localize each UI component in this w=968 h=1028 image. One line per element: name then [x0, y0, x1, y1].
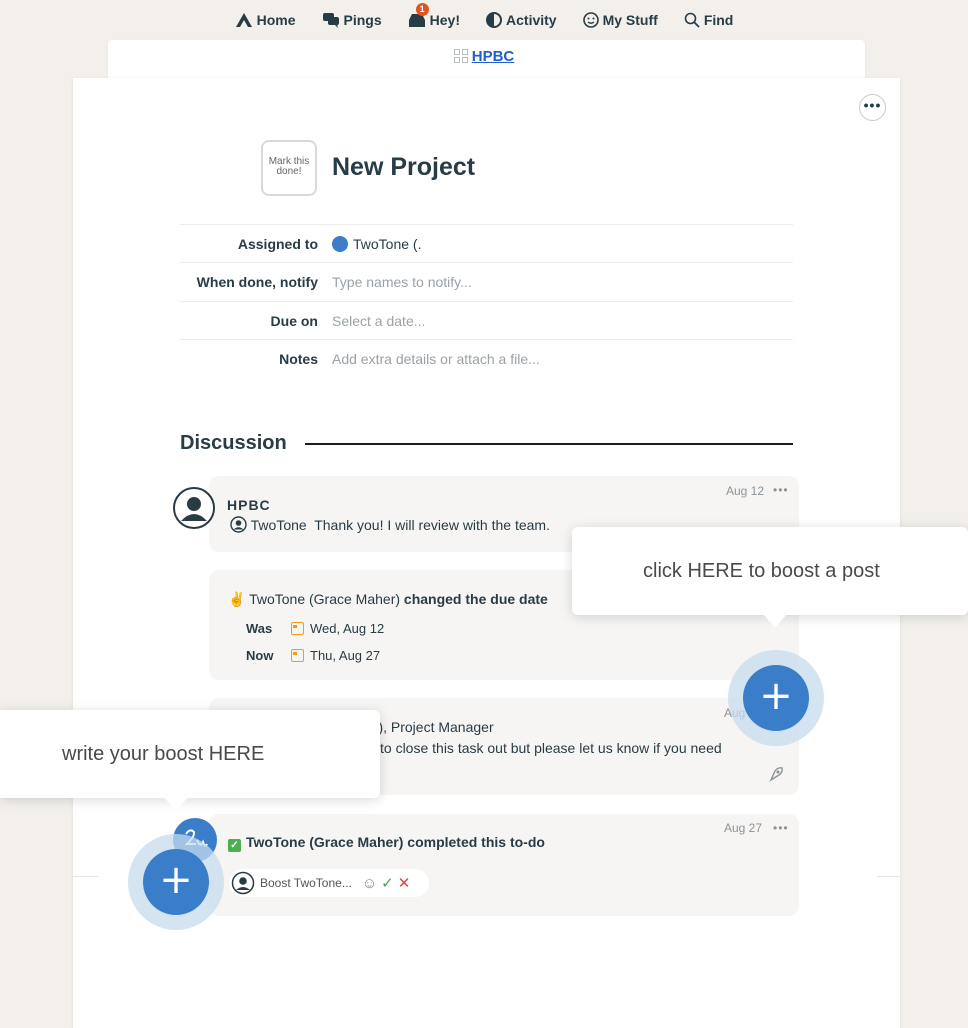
nav-activity-label: Activity — [506, 12, 557, 28]
hpbc-avatar — [173, 487, 215, 529]
post-text: Thank you! I will review with the team. — [314, 517, 550, 533]
notify-row: When done, notify Type names to notify..… — [180, 262, 793, 301]
nav-hey[interactable]: 1 Hey! — [408, 3, 461, 28]
discussion-divider — [305, 443, 793, 445]
calendar-icon — [291, 649, 304, 662]
tooltip-tail — [164, 797, 188, 811]
boost-rocket-icon[interactable] — [766, 765, 786, 785]
assigned-value[interactable]: TwoTone (. — [332, 236, 421, 252]
write-boost-plus-button[interactable]: + — [143, 849, 209, 915]
was-date: Wed, Aug 12 — [291, 621, 384, 636]
notes-row: Notes Add extra details or attach a file… — [180, 339, 793, 378]
event-action: changed the due date — [403, 591, 548, 607]
due-label: Due on — [270, 313, 318, 329]
post-options-icon[interactable]: ••• — [773, 483, 789, 497]
completed-actor[interactable]: TwoTone (Grace Maher) — [246, 834, 403, 850]
project-grid-icon — [453, 49, 468, 63]
boost-input[interactable]: Boost TwoTone... ☺ ✓ ✕ — [229, 869, 429, 897]
chat-bubbles-icon — [322, 13, 339, 28]
assigned-row: Assigned to TwoTone (. — [180, 224, 793, 263]
was-label: Was — [246, 621, 273, 636]
post-author: HPBC — [227, 497, 271, 513]
nav-activity[interactable]: Activity — [486, 12, 557, 28]
notes-label: Notes — [279, 351, 318, 367]
todo-title: New Project — [332, 153, 476, 181]
cancel-icon[interactable]: ✕ — [398, 874, 411, 892]
home-icon — [235, 13, 252, 27]
top-nav: Home Pings 1 Hey! Activity My Stuff Find — [0, 0, 968, 40]
event-actor[interactable]: TwoTone (Grace Maher) — [249, 591, 400, 607]
assignee-avatar — [332, 236, 348, 252]
nav-home[interactable]: Home — [235, 12, 296, 28]
completed-event — [209, 814, 799, 916]
notify-input[interactable]: Type names to notify... — [332, 274, 472, 290]
nav-hey-label: Hey! — [429, 12, 461, 28]
tooltip-tail — [763, 614, 787, 628]
emoji-picker-icon[interactable]: ☺ — [362, 875, 377, 892]
boost-post-plus-button[interactable]: + — [743, 665, 809, 731]
person-icon — [230, 516, 247, 533]
nav-pings-label: Pings — [343, 12, 382, 28]
completed-action: completed this to-do — [407, 834, 545, 850]
calendar-icon — [291, 622, 304, 635]
boost-post-tooltip-text: click HERE to boost a post — [643, 559, 880, 582]
boost-post-tooltip: click HERE to boost a post — [572, 527, 968, 615]
nav-pings[interactable]: Pings — [322, 12, 382, 28]
discussion-heading: Discussion — [180, 432, 287, 454]
due-date-input[interactable]: Select a date... — [332, 313, 425, 329]
event-options-icon[interactable]: ••• — [773, 821, 789, 835]
post-body: TwoTone Thank you! I will review with th… — [230, 516, 550, 533]
assignee-name: TwoTone (. — [353, 236, 422, 252]
notify-label: When done, notify — [196, 274, 318, 290]
nav-mystuff[interactable]: My Stuff — [582, 12, 658, 28]
event-line: ✌ TwoTone (Grace Maher) changed the due … — [228, 591, 548, 608]
nav-find-label: Find — [703, 12, 734, 28]
wave-icon: ✌ — [228, 591, 246, 607]
notification-badge: 1 — [415, 3, 429, 16]
due-row: Due on Select a date... — [180, 301, 793, 340]
search-icon — [684, 12, 700, 28]
checkmark-icon: ✓ — [228, 839, 241, 852]
now-label: Now — [246, 648, 274, 663]
divider-right — [877, 876, 900, 877]
write-boost-tooltip-text: write your boost HERE — [62, 742, 265, 765]
nav-mystuff-label: My Stuff — [602, 12, 658, 28]
notes-input[interactable]: Add extra details or attach a file... — [332, 351, 540, 367]
now-date: Thu, Aug 27 — [291, 648, 380, 663]
confirm-icon[interactable]: ✓ — [381, 874, 394, 892]
person-icon — [231, 871, 255, 895]
nav-home-label: Home — [256, 12, 296, 28]
activity-icon — [486, 12, 503, 28]
post2-text: to close this task out but please let us… — [380, 740, 722, 756]
mention[interactable]: TwoTone — [251, 517, 307, 533]
post2-author: er), Project Manager — [366, 719, 494, 735]
mark-done-checkbox[interactable]: Mark this done! — [261, 140, 317, 196]
completed-line: ✓ TwoTone (Grace Maher) completed this to… — [228, 834, 545, 852]
write-boost-tooltip: write your boost HERE — [0, 710, 380, 798]
smiley-icon — [582, 12, 599, 28]
completed-date: Aug 27 — [724, 821, 763, 835]
options-menu-button[interactable]: ••• — [859, 94, 886, 121]
breadcrumb: HPBC — [0, 48, 968, 65]
divider-left — [73, 876, 98, 877]
post-date: Aug 12 — [726, 484, 765, 498]
breadcrumb-project-link[interactable]: HPBC — [472, 48, 515, 65]
boost-placeholder: Boost TwoTone... — [260, 876, 352, 890]
nav-find[interactable]: Find — [684, 12, 734, 28]
assigned-label: Assigned to — [237, 236, 318, 252]
